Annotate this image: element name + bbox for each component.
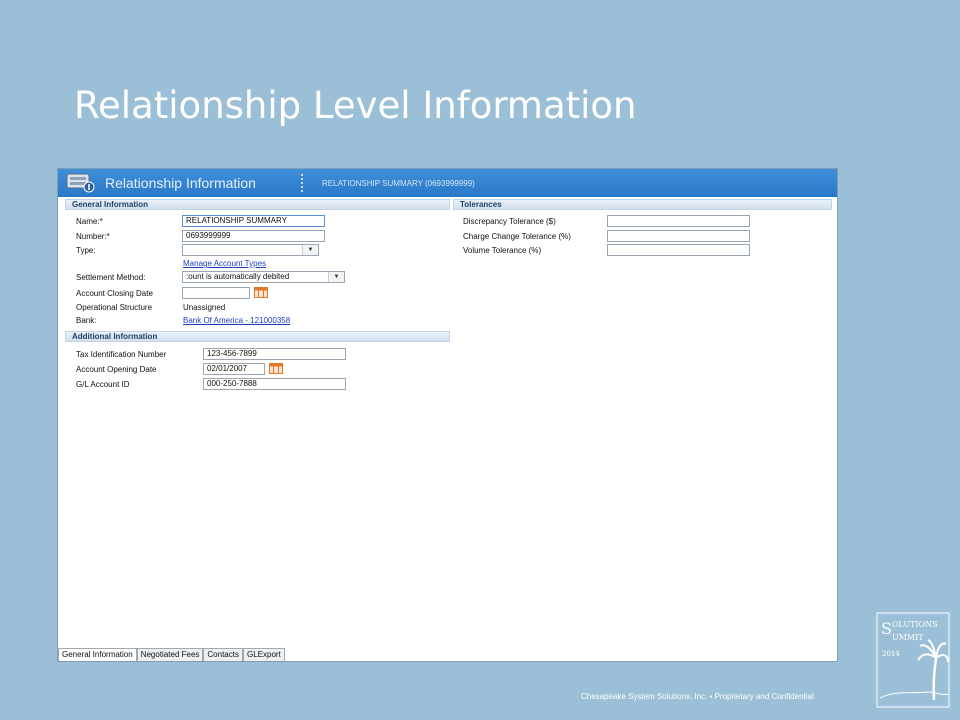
charge-change-tolerance-label: Charge Change Tolerance (%) [463,232,571,241]
settlement-method-value: :ount is automatically debited [186,272,290,281]
type-label: Type: [76,246,96,255]
number-field[interactable]: 0693999999 [182,230,325,242]
type-select[interactable]: ▼ [182,244,319,256]
palm-tree-logo: S OLUTIONS UMMIT 2014 [876,612,950,708]
number-label: Number:* [76,232,110,241]
closing-date-field[interactable] [182,287,250,299]
volume-tolerance-label: Volume Tolerance (%) [463,246,542,255]
chevron-down-icon[interactable]: ▼ [302,245,318,255]
settlement-method-label: Settlement Method: [76,273,146,282]
chevron-down-icon[interactable]: ▼ [328,272,344,282]
svg-text:OLUTIONS: OLUTIONS [892,620,938,629]
svg-text:UMMIT: UMMIT [892,633,924,642]
svg-text:2014: 2014 [882,650,900,658]
tax-id-field[interactable]: 123-456-7899 [203,348,346,360]
tab-contacts[interactable]: Contacts [203,648,243,661]
gl-account-label: G/L Account ID [76,380,130,389]
name-label: Name:* [76,217,103,226]
server-card-icon [66,173,95,193]
relationship-window: Relationship Information RELATIONSHIP SU… [57,168,838,662]
discrepancy-tolerance-label: Discrepancy Tolerance ($) [463,217,556,226]
tolerances-header: Tolerances [453,199,832,210]
bottom-tab-bar: General Information Negotiated Fees Cont… [58,648,285,661]
tab-negotiated-fees[interactable]: Negotiated Fees [136,648,204,661]
settlement-method-select[interactable]: :ount is automatically debited ▼ [182,271,345,283]
manage-account-types-link[interactable]: Manage Account Types [183,259,266,268]
volume-tolerance-field[interactable] [607,244,750,256]
window-subtitle: RELATIONSHIP SUMMARY (0693999999) [322,179,475,188]
charge-change-tolerance-field[interactable] [607,230,750,242]
operational-structure-label: Operational Structure [76,303,153,312]
calendar-icon[interactable] [269,363,283,374]
window-header: Relationship Information RELATIONSHIP SU… [58,169,837,197]
header-separator [301,174,303,192]
opening-date-field[interactable]: 02/01/2007 [203,363,265,375]
name-field[interactable]: RELATIONSHIP SUMMARY [182,215,325,227]
discrepancy-tolerance-field[interactable] [607,215,750,227]
tab-glexport[interactable]: GLExport [242,648,285,661]
closing-date-label: Account Closing Date [76,289,153,298]
gl-account-field[interactable]: 000-250-7888 [203,378,346,390]
footer-confidential: Chesapeake System Solutions, Inc. ▪ Prop… [581,692,814,701]
svg-text:S: S [881,619,892,638]
general-info-header: General Information [65,199,450,210]
bank-label: Bank: [76,316,97,325]
tab-general-information[interactable]: General Information [58,648,137,661]
tax-id-label: Tax Identification Number [76,350,167,359]
opening-date-label: Account Opening Date [76,365,157,374]
operational-structure-value: Unassigned [183,303,226,312]
window-title: Relationship Information [105,175,256,191]
calendar-icon[interactable] [254,287,268,298]
bank-link[interactable]: Bank Of America - 121000358 [183,316,290,325]
slide-title: Relationship Level Information [74,84,637,127]
additional-info-header: Additional Information [65,331,450,342]
